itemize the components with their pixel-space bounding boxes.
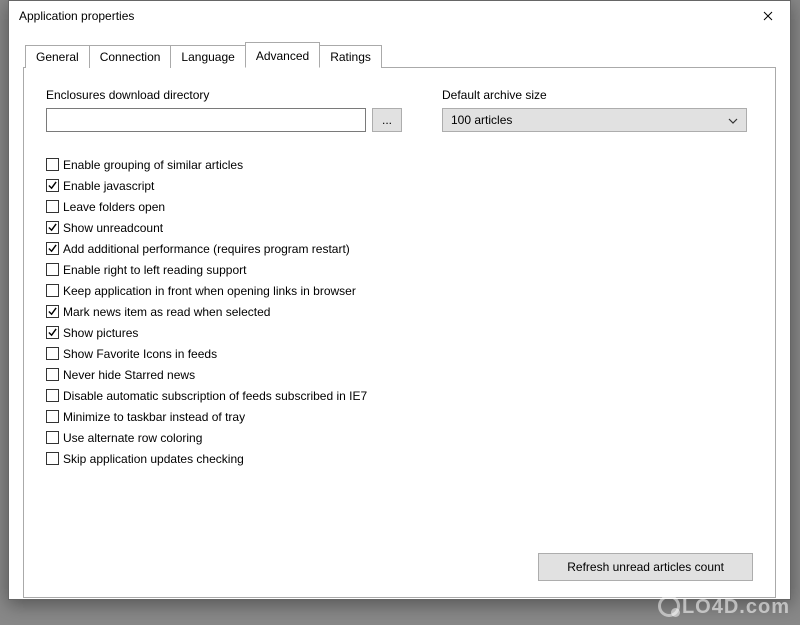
checkbox[interactable] [46, 158, 59, 171]
enclosures-group: Enclosures download directory ... [46, 88, 416, 132]
option-row: Disable automatic subscription of feeds … [46, 385, 753, 406]
tabstrip: General Connection Language Advanced Ratings [23, 41, 776, 68]
titlebar: Application properties [9, 1, 790, 31]
option-label[interactable]: Keep application in front when opening l… [63, 284, 356, 298]
option-label[interactable]: Disable automatic subscription of feeds … [63, 389, 367, 403]
checkbox[interactable] [46, 221, 59, 234]
option-label[interactable]: Enable right to left reading support [63, 263, 246, 277]
option-label[interactable]: Leave folders open [63, 200, 165, 214]
checkbox[interactable] [46, 389, 59, 402]
option-row: Skip application updates checking [46, 448, 753, 469]
window-title: Application properties [19, 9, 134, 23]
tab-ratings[interactable]: Ratings [319, 45, 382, 68]
option-label[interactable]: Enable javascript [63, 179, 154, 193]
option-row: Show unreadcount [46, 217, 753, 238]
option-label[interactable]: Enable grouping of similar articles [63, 158, 243, 172]
option-label[interactable]: Use alternate row coloring [63, 431, 202, 445]
option-row: Keep application in front when opening l… [46, 280, 753, 301]
checkbox[interactable] [46, 326, 59, 339]
tab-language[interactable]: Language [170, 45, 245, 68]
option-row: Minimize to taskbar instead of tray [46, 406, 753, 427]
tab-connection[interactable]: Connection [89, 45, 172, 68]
enclosures-label: Enclosures download directory [46, 88, 416, 102]
option-label[interactable]: Mark news item as read when selected [63, 305, 270, 319]
option-label[interactable]: Add additional performance (requires pro… [63, 242, 350, 256]
tab-label: Advanced [256, 49, 309, 63]
archive-group: Default archive size 100 articles [442, 88, 753, 132]
option-label[interactable]: Minimize to taskbar instead of tray [63, 410, 245, 424]
option-label[interactable]: Skip application updates checking [63, 452, 244, 466]
archive-label: Default archive size [442, 88, 753, 102]
archive-size-value: 100 articles [451, 113, 512, 127]
checkbox[interactable] [46, 452, 59, 465]
checkbox[interactable] [46, 263, 59, 276]
refresh-unread-button[interactable]: Refresh unread articles count [538, 553, 753, 581]
option-row: Show Favorite Icons in feeds [46, 343, 753, 364]
watermark: LO4D.com [658, 595, 790, 619]
tab-label: General [36, 50, 79, 64]
options-list: Enable grouping of similar articles Enabl… [46, 154, 753, 469]
checkbox[interactable] [46, 179, 59, 192]
tab-label: Language [181, 50, 234, 64]
refresh-unread-label: Refresh unread articles count [567, 560, 724, 574]
checkbox[interactable] [46, 200, 59, 213]
option-row: Use alternate row coloring [46, 427, 753, 448]
watermark-text: LO4D.com [682, 596, 790, 618]
option-row: Enable right to left reading support [46, 259, 753, 280]
option-row: Add additional performance (requires pro… [46, 238, 753, 259]
checkbox[interactable] [46, 242, 59, 255]
archive-size-select[interactable]: 100 articles [442, 108, 747, 132]
chevron-down-icon [728, 113, 738, 127]
option-row: Mark news item as read when selected [46, 301, 753, 322]
close-button[interactable] [745, 1, 790, 31]
top-row: Enclosures download directory ... Defaul… [46, 88, 753, 132]
dialog-content: General Connection Language Advanced Ratings… [9, 31, 790, 612]
tab-panel-advanced: Enclosures download directory ... Defaul… [23, 68, 776, 598]
checkbox[interactable] [46, 284, 59, 297]
dialog-window: Application properties General Connection… [8, 0, 791, 600]
browse-button-label: ... [382, 113, 392, 127]
option-row: Enable grouping of similar articles [46, 154, 753, 175]
option-row: Enable javascript [46, 175, 753, 196]
option-label[interactable]: Show pictures [63, 326, 138, 340]
close-icon [763, 11, 773, 21]
checkbox[interactable] [46, 410, 59, 423]
tab-label: Ratings [330, 50, 371, 64]
browse-button[interactable]: ... [372, 108, 402, 132]
checkbox[interactable] [46, 347, 59, 360]
checkbox[interactable] [46, 368, 59, 381]
checkbox[interactable] [46, 431, 59, 444]
checkbox[interactable] [46, 305, 59, 318]
option-label[interactable]: Show Favorite Icons in feeds [63, 347, 217, 361]
tab-label: Connection [100, 50, 161, 64]
enclosures-input[interactable] [46, 108, 366, 132]
option-label[interactable]: Never hide Starred news [63, 368, 195, 382]
option-label[interactable]: Show unreadcount [63, 221, 163, 235]
tab-advanced[interactable]: Advanced [245, 42, 320, 68]
option-row: Show pictures [46, 322, 753, 343]
tab-general[interactable]: General [25, 45, 90, 68]
option-row: Leave folders open [46, 196, 753, 217]
watermark-logo-icon [658, 595, 680, 617]
option-row: Never hide Starred news [46, 364, 753, 385]
